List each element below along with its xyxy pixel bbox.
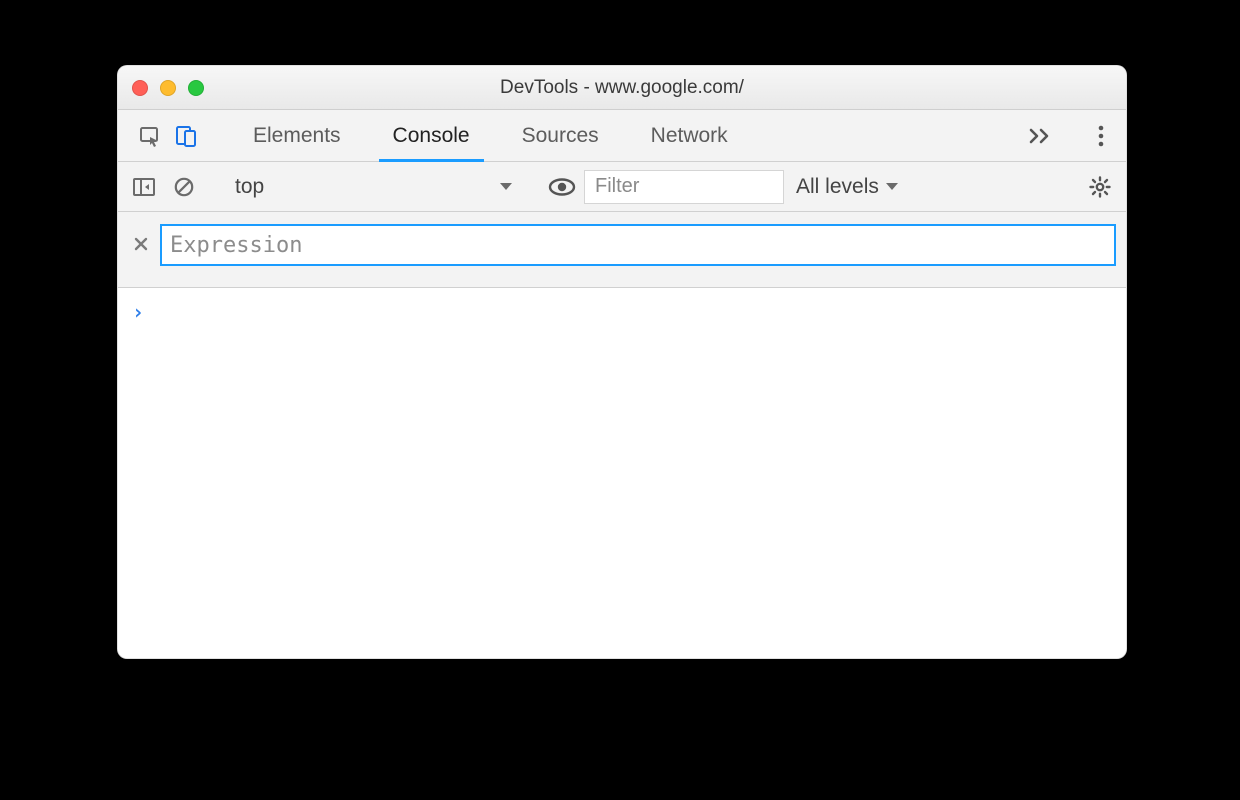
dropdown-caret-icon (885, 182, 899, 192)
console-output-area[interactable]: › (118, 288, 1126, 658)
panel-tabs: Elements Console Sources Network (227, 110, 754, 161)
window-title: DevTools - www.google.com/ (118, 77, 1126, 99)
context-label: top (235, 175, 264, 199)
inspect-element-icon[interactable] (132, 118, 168, 154)
tab-elements[interactable]: Elements (227, 110, 367, 161)
console-filter-input[interactable] (584, 170, 784, 204)
zoom-window-button[interactable] (188, 80, 204, 96)
live-expression-input[interactable] (160, 224, 1116, 266)
clear-console-icon[interactable] (166, 169, 202, 205)
console-settings-icon[interactable] (1082, 169, 1118, 205)
toggle-console-sidebar-icon[interactable] (126, 169, 162, 205)
live-expression-row (118, 212, 1126, 288)
devtools-window: DevTools - www.google.com/ (117, 65, 1127, 659)
more-tabs-icon[interactable] (1029, 127, 1069, 145)
console-prompt-icon: › (132, 300, 144, 324)
main-tabstrip: Elements Console Sources Network (118, 110, 1126, 162)
tab-label: Console (393, 124, 470, 148)
levels-label: All levels (796, 175, 879, 199)
close-window-button[interactable] (132, 80, 148, 96)
tab-network[interactable]: Network (625, 110, 754, 161)
tab-sources[interactable]: Sources (496, 110, 625, 161)
tab-label: Network (651, 124, 728, 148)
dropdown-caret-icon (499, 182, 513, 192)
remove-live-expression-icon[interactable] (130, 230, 152, 258)
log-levels-selector[interactable]: All levels (788, 175, 907, 199)
tab-label: Sources (522, 124, 599, 148)
right-tools (1029, 110, 1126, 161)
create-live-expression-icon[interactable] (544, 169, 580, 205)
minimize-window-button[interactable] (160, 80, 176, 96)
customize-devtools-icon[interactable] (1082, 118, 1120, 154)
execution-context-selector[interactable]: top (223, 170, 523, 204)
titlebar: DevTools - www.google.com/ (118, 66, 1126, 110)
tab-console[interactable]: Console (367, 110, 496, 161)
console-toolbar: top All levels (118, 162, 1126, 212)
traffic-lights (118, 80, 204, 96)
left-tools (118, 110, 227, 161)
tab-label: Elements (253, 124, 341, 148)
toggle-device-toolbar-icon[interactable] (168, 118, 204, 154)
